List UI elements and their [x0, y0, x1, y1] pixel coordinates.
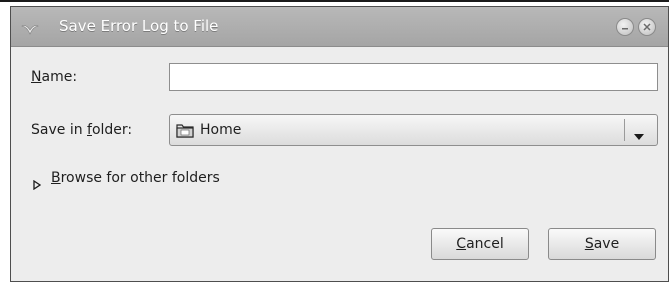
- save-in-folder-label: Save in folder:: [31, 122, 132, 138]
- expander-arrow-icon: [33, 175, 42, 191]
- save-error-log-dialog: Save Error Log to File Name: Save in fol…: [10, 6, 669, 282]
- dropdown-arrow-icon[interactable]: [633, 126, 645, 140]
- folder-label-text: older:: [91, 122, 133, 138]
- folder-combo-box[interactable]: Home: [169, 114, 658, 146]
- save-button[interactable]: Save: [548, 228, 656, 260]
- screen: Save Error Log to File Name: Save in fol…: [0, 0, 669, 287]
- top-border-line: [0, 0, 669, 2]
- cancel-label: ancel: [466, 236, 504, 252]
- folder-label-pre: Save in: [31, 122, 88, 138]
- save-label: ave: [593, 236, 620, 252]
- cancel-accel: C: [456, 236, 467, 252]
- name-label-accel: N: [31, 69, 42, 85]
- browse-folders-label: Browse for other folders: [51, 170, 220, 186]
- dialog-content: Name: Save in folder: Home Browse for ot…: [11, 47, 668, 281]
- name-input[interactable]: [169, 63, 658, 91]
- combo-divider: [624, 119, 625, 141]
- minimize-button[interactable]: [616, 18, 634, 36]
- minimize-icon: [622, 28, 628, 30]
- save-accel: S: [584, 236, 594, 252]
- close-button[interactable]: [638, 18, 656, 36]
- browse-accel: B: [51, 170, 61, 186]
- folder-icon: [176, 122, 194, 138]
- cancel-button[interactable]: Cancel: [431, 228, 529, 260]
- name-label-text: ame:: [41, 69, 78, 85]
- browse-text: rowse for other folders: [60, 170, 220, 186]
- name-label: Name:: [31, 69, 77, 85]
- folder-selected-value: Home: [200, 122, 242, 138]
- close-icon: [643, 23, 651, 31]
- title-bar[interactable]: Save Error Log to File: [11, 7, 668, 47]
- seagull-icon: [21, 20, 39, 35]
- window-title: Save Error Log to File: [59, 17, 219, 35]
